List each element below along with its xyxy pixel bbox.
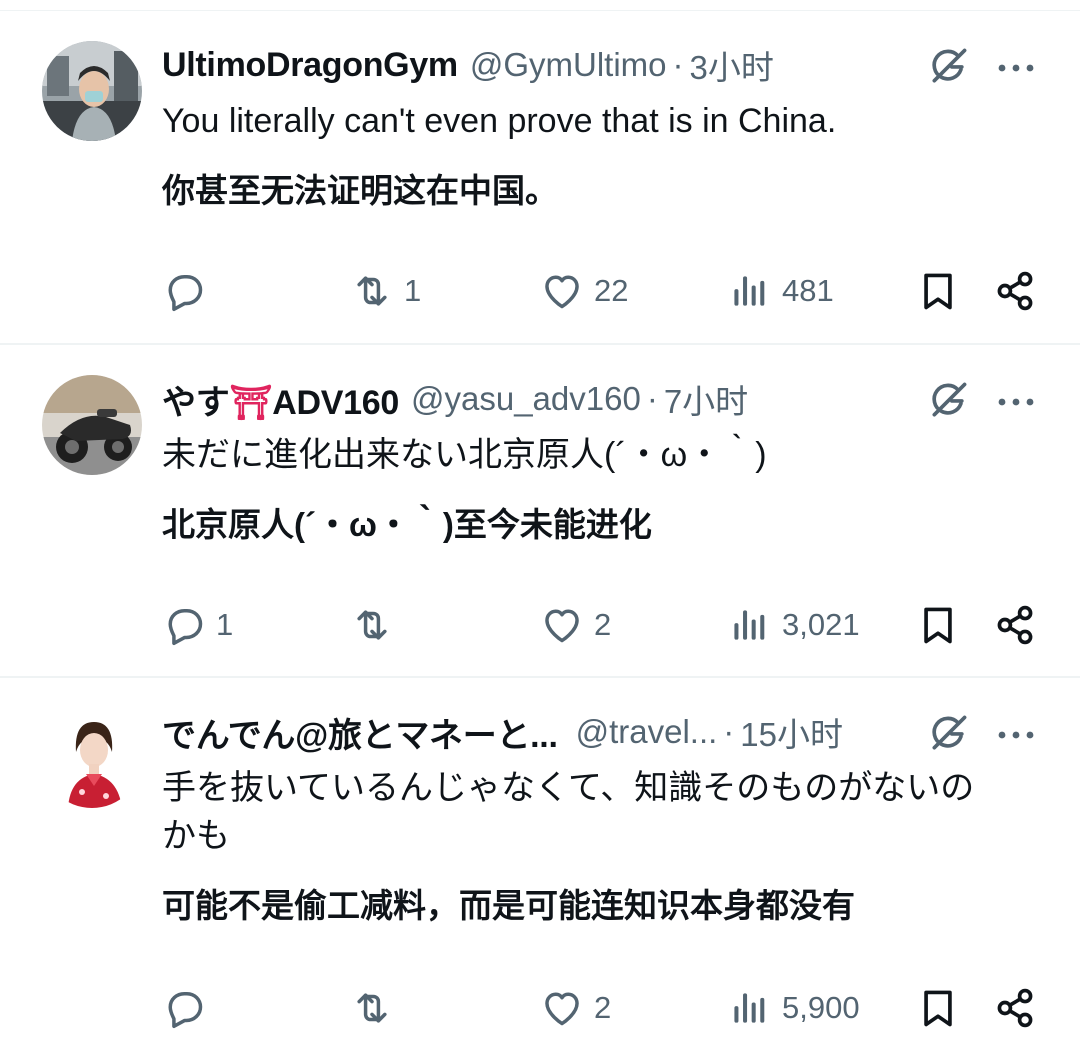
views-button[interactable]: 481 xyxy=(728,266,834,316)
tweet-text: You literally can't even prove that is i… xyxy=(162,102,837,140)
translated-text: 你甚至无法证明这在中国。 xyxy=(162,172,558,209)
display-name[interactable]: やす⛩ADV160 xyxy=(162,375,399,424)
more-icon[interactable] xyxy=(996,395,1036,407)
reply-button[interactable]: 1 xyxy=(162,600,233,650)
retweet-icon xyxy=(350,269,394,313)
like-button[interactable]: 2 xyxy=(540,600,611,650)
timestamp[interactable]: 15小时 xyxy=(740,708,843,756)
grok-icon[interactable] xyxy=(927,711,971,755)
views-icon xyxy=(728,986,772,1030)
view-count: 3,021 xyxy=(782,607,860,642)
share-icon xyxy=(993,603,1037,647)
like-count: 2 xyxy=(594,990,612,1025)
tweet-text-line-2: かも xyxy=(162,817,230,855)
action-bar: 2 5,900 xyxy=(0,983,1080,1033)
timestamp[interactable]: 7小时 xyxy=(664,375,748,423)
share-icon xyxy=(993,269,1037,313)
grok-icon[interactable] xyxy=(927,44,971,88)
share-button[interactable] xyxy=(993,983,1037,1033)
reply-button[interactable] xyxy=(162,266,216,316)
view-count: 481 xyxy=(782,273,834,308)
retweet-button[interactable]: 1 xyxy=(350,266,421,316)
tweet-text-line-1: 手を抜いているんじゃなくて、知識そのものがないの xyxy=(162,769,975,807)
like-count: 2 xyxy=(594,607,612,642)
display-name-prefix: やす xyxy=(162,383,230,422)
user-handle[interactable]: @GymUltimo xyxy=(470,46,667,84)
bookmark-icon xyxy=(916,986,960,1030)
heart-icon xyxy=(540,603,584,647)
tweet-3[interactable]: でんでん@旅とマネーと... @travel... · 15小时 手を抜いている… xyxy=(0,678,1080,1061)
reply-icon xyxy=(162,269,206,313)
view-count: 5,900 xyxy=(782,990,860,1025)
tweet-header: でんでん@旅とマネーと... @travel... · 15小时 xyxy=(162,708,843,757)
views-icon xyxy=(728,603,772,647)
display-name[interactable]: UltimoDragonGym xyxy=(162,46,458,85)
tweet-text: 未だに進化出来ない北京原人(´・ω・｀) xyxy=(162,436,767,474)
like-button[interactable]: 2 xyxy=(540,983,611,1033)
torii-emoji: ⛩ xyxy=(229,383,273,422)
avatar[interactable] xyxy=(42,708,142,808)
views-button[interactable]: 3,021 xyxy=(728,600,860,650)
reply-icon xyxy=(162,603,206,647)
share-icon xyxy=(993,986,1037,1030)
like-count: 22 xyxy=(594,273,629,308)
display-name[interactable]: でんでん@旅とマネーと... xyxy=(162,708,558,757)
separator: · xyxy=(646,380,658,417)
avatar[interactable] xyxy=(42,375,142,475)
grok-icon[interactable] xyxy=(927,378,971,422)
bookmark-button[interactable] xyxy=(916,983,960,1033)
timestamp[interactable]: 3小时 xyxy=(690,41,774,89)
like-button[interactable]: 22 xyxy=(540,266,628,316)
reply-count: 1 xyxy=(216,607,234,642)
heart-icon xyxy=(540,986,584,1030)
separator: · xyxy=(723,713,735,750)
separator: · xyxy=(672,46,684,83)
tweet-header: やす⛩ADV160 @yasu_adv160 · 7小时 xyxy=(162,375,748,424)
views-button[interactable]: 5,900 xyxy=(728,983,860,1033)
bookmark-icon xyxy=(916,603,960,647)
display-name-suffix: ADV160 xyxy=(272,383,399,422)
share-button[interactable] xyxy=(993,266,1037,316)
action-bar: 1 22 481 xyxy=(0,266,1080,316)
more-icon[interactable] xyxy=(996,728,1036,740)
user-handle[interactable]: @travel... xyxy=(576,713,718,751)
more-icon[interactable] xyxy=(996,61,1036,73)
tweet-1[interactable]: UltimoDragonGym @GymUltimo · 3小时 You lit… xyxy=(0,11,1080,345)
reply-icon xyxy=(162,986,206,1030)
heart-icon xyxy=(540,269,584,313)
tweet-header: UltimoDragonGym @GymUltimo · 3小时 xyxy=(162,43,774,87)
action-bar: 1 2 3,021 xyxy=(0,600,1080,650)
bookmark-button[interactable] xyxy=(916,600,960,650)
tweet-2[interactable]: やす⛩ADV160 @yasu_adv160 · 7小时 未だに進化出来ない北京… xyxy=(0,345,1080,678)
views-icon xyxy=(728,269,772,313)
reply-button[interactable] xyxy=(162,983,216,1033)
retweet-icon xyxy=(350,986,394,1030)
translated-text: 可能不是偷工减料，而是可能连知识本身都没有 xyxy=(162,887,855,924)
user-handle[interactable]: @yasu_adv160 xyxy=(411,380,641,418)
retweet-count: 1 xyxy=(404,273,422,308)
retweet-icon xyxy=(350,603,394,647)
avatar[interactable] xyxy=(42,41,142,141)
translated-text: 北京原人(´・ω・｀)至今未能进化 xyxy=(162,506,652,543)
retweet-button[interactable] xyxy=(350,600,404,650)
share-button[interactable] xyxy=(993,600,1037,650)
retweet-button[interactable] xyxy=(350,983,404,1033)
bookmark-button[interactable] xyxy=(916,266,960,316)
bookmark-icon xyxy=(916,269,960,313)
